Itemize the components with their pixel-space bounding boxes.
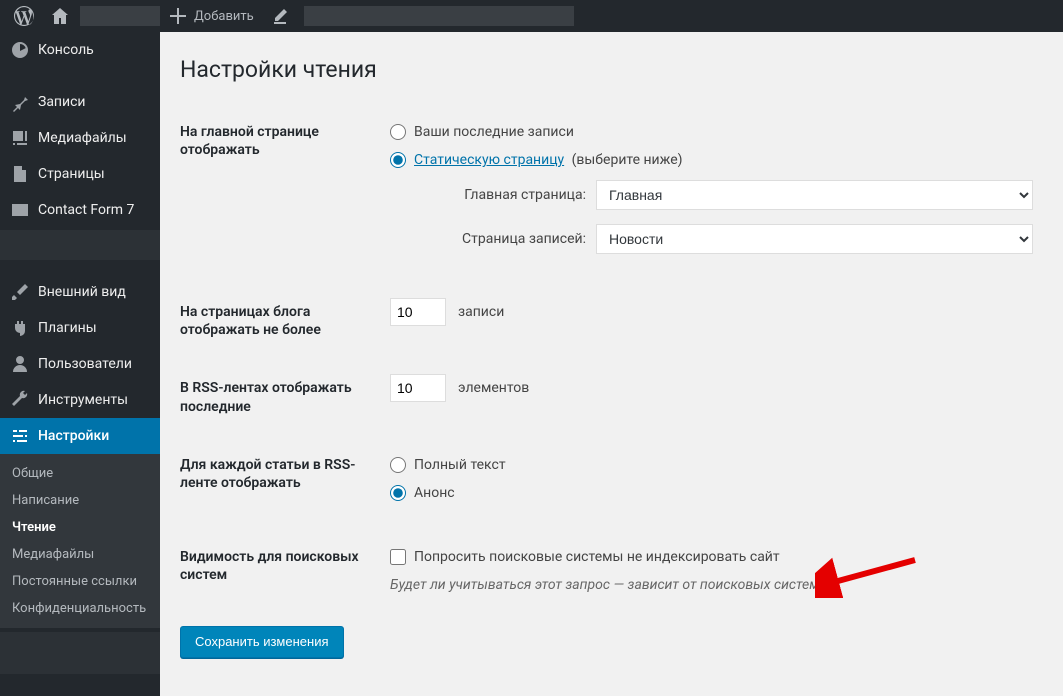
radio-latest-posts-label: Ваши последние записи [414, 124, 574, 140]
sidebar-item-label: Contact Form 7 [38, 202, 134, 218]
posts-per-rss-input[interactable] [390, 374, 446, 402]
front-display-label: На главной странице отображать [180, 103, 380, 283]
sidebar-item-dashboard[interactable]: Консоль [0, 32, 160, 68]
user-icon [10, 354, 30, 374]
brush-icon [10, 282, 30, 302]
admin-sidebar: Консоль Записи Медиафайлы Страницы Conta… [0, 32, 160, 696]
sidebar-item-label: Записи [38, 94, 86, 110]
search-visibility-label: Видимость для поисковых систем [180, 528, 380, 608]
sidebar-item-label: Инструменты [38, 392, 128, 408]
radio-summary[interactable] [390, 485, 406, 501]
posts-per-page-input[interactable] [390, 298, 446, 326]
plug-icon [10, 318, 30, 338]
sidebar-masked-item [0, 230, 160, 260]
sidebar-item-pages[interactable]: Страницы [0, 156, 160, 192]
dashboard-icon [10, 40, 30, 60]
sidebar-item-media[interactable]: Медиафайлы [0, 120, 160, 156]
sidebar-item-label: Страницы [38, 166, 105, 182]
submenu-permalinks[interactable]: Постоянные ссылки [0, 568, 160, 595]
sidebar-item-label: Пользователи [38, 356, 132, 372]
wp-logo-menu[interactable] [6, 0, 42, 32]
front-page-select[interactable]: Главная [596, 180, 1033, 210]
posts-per-page-suffix: записи [458, 304, 504, 320]
settings-reading-page: Настройки чтения На главной странице ото… [160, 32, 1063, 696]
static-page-paren: (выберите ниже) [572, 152, 683, 168]
submenu-general[interactable]: Общие [0, 460, 160, 487]
radio-full-text-label: Полный текст [414, 457, 506, 473]
page-icon [10, 164, 30, 184]
sidebar-item-posts[interactable]: Записи [0, 84, 160, 120]
submenu-reading[interactable]: Чтение [0, 514, 160, 541]
media-icon [10, 128, 30, 148]
posts-per-rss-suffix: элементов [458, 380, 529, 396]
sidebar-item-plugins[interactable]: Плагины [0, 310, 160, 346]
add-new-menu[interactable]: Добавить [160, 0, 262, 32]
submenu-writing[interactable]: Написание [0, 487, 160, 514]
wrench-icon [10, 390, 30, 410]
front-page-select-label: Главная страница: [426, 187, 596, 203]
checkbox-discourage-search-label: Попросить поисковые системы не индексиро… [414, 549, 780, 565]
sidebar-item-tools[interactable]: Инструменты [0, 382, 160, 418]
site-home-link[interactable] [42, 0, 78, 32]
admin-toolbar: Добавить [0, 0, 1063, 32]
radio-static-page[interactable] [390, 152, 406, 168]
submenu-privacy[interactable]: Конфиденциальность [0, 595, 160, 622]
edit-icon [270, 6, 290, 26]
radio-static-page-label: Статическую страницу (выберите ниже) [414, 152, 683, 168]
sidebar-masked-item-2 [0, 632, 160, 674]
blog-pages-show-label: На страницах блога отображать не более [180, 283, 380, 359]
sidebar-item-settings[interactable]: Настройки [0, 418, 160, 454]
sidebar-item-label: Внешний вид [38, 284, 126, 300]
settings-submenu: Общие Написание Чтение Медиафайлы Постоя… [0, 454, 160, 628]
static-page-link[interactable]: Статическую страницу [414, 152, 564, 168]
toolbar-masked-area [80, 6, 160, 26]
home-icon [50, 6, 70, 26]
sidebar-item-contact-form[interactable]: Contact Form 7 [0, 192, 160, 228]
rss-each-label: Для каждой статьи в RSS-ленте отображать [180, 436, 380, 528]
settings-form-table: На главной странице отображать Ваши посл… [180, 103, 1043, 608]
sidebar-item-label: Медиафайлы [38, 130, 127, 146]
submenu-media[interactable]: Медиафайлы [0, 541, 160, 568]
checkbox-discourage-search[interactable] [390, 549, 406, 565]
plus-icon [168, 6, 188, 26]
posts-page-select-label: Страница записей: [426, 231, 596, 247]
page-title: Настройки чтения [180, 56, 1043, 83]
sidebar-item-appearance[interactable]: Внешний вид [0, 274, 160, 310]
sidebar-item-label: Настройки [38, 428, 109, 444]
sidebar-item-label: Плагины [38, 320, 97, 336]
radio-summary-label: Анонс [414, 485, 455, 501]
pin-icon [10, 92, 30, 112]
mail-icon [10, 200, 30, 220]
wordpress-icon [14, 6, 34, 26]
radio-full-text[interactable] [390, 457, 406, 473]
add-new-label: Добавить [194, 9, 254, 24]
rss-show-label: В RSS-лентах отображать последние [180, 359, 380, 435]
edit-toolbar-item[interactable] [262, 0, 298, 32]
sidebar-item-label: Консоль [38, 42, 94, 58]
search-visibility-description: Будет ли учитываться этот запрос — завис… [390, 577, 1033, 593]
radio-latest-posts[interactable] [390, 124, 406, 140]
toolbar-masked-area-2 [304, 6, 574, 26]
sidebar-item-users[interactable]: Пользователи [0, 346, 160, 382]
posts-page-select[interactable]: Новости [596, 224, 1033, 254]
sliders-icon [10, 426, 30, 446]
save-changes-button[interactable]: Сохранить изменения [180, 626, 344, 658]
